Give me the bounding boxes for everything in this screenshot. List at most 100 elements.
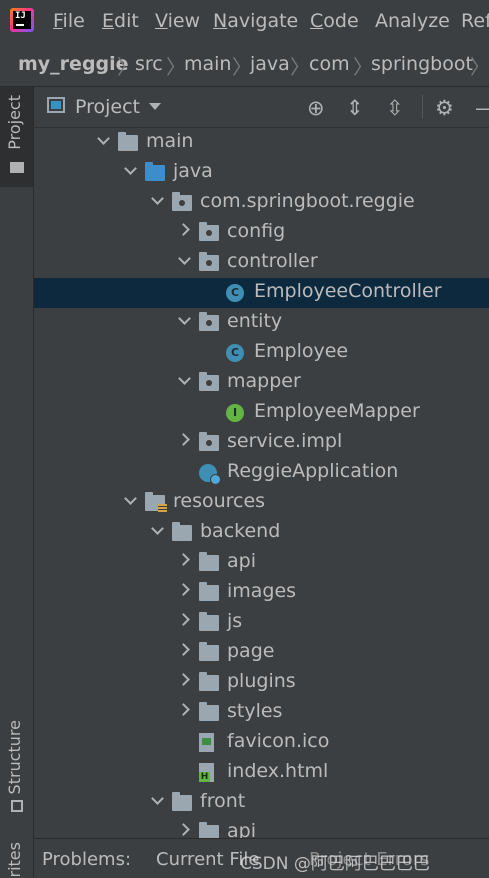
menu-code[interactable]: Code xyxy=(310,10,359,32)
collapse-all-icon[interactable]: ⇳ xyxy=(386,96,404,120)
view-dropdown-icon[interactable] xyxy=(149,103,161,110)
project-tool-tab[interactable]: Project xyxy=(0,87,33,187)
breadcrumb-main[interactable]: main xyxy=(184,53,231,75)
chevron-right-icon[interactable] xyxy=(178,703,192,717)
folder-icon xyxy=(199,552,219,571)
tree-item-label: favicon.ico xyxy=(227,730,330,752)
chevron-down-icon[interactable] xyxy=(151,523,165,537)
menu-view[interactable]: View xyxy=(155,10,200,32)
tree-row[interactable]: service.impl xyxy=(34,428,489,458)
tree-item-label: java xyxy=(173,160,213,182)
package-icon xyxy=(199,252,219,271)
menu-edit[interactable]: Edit xyxy=(102,10,139,32)
html-file-icon xyxy=(199,763,214,782)
tree-row[interactable]: ReggieApplication xyxy=(34,458,489,488)
tree-item-label: api xyxy=(227,820,256,838)
tree-item-label: api xyxy=(227,550,256,572)
tree-row[interactable]: favicon.ico xyxy=(34,728,489,758)
tree-item-label: front xyxy=(200,790,246,812)
tree-item-label: Employee xyxy=(254,340,349,362)
chevron-down-icon[interactable] xyxy=(97,133,111,147)
tree-row[interactable]: mapper xyxy=(34,368,489,398)
menu-file[interactable]: File xyxy=(53,10,85,32)
tree-item-label: EmployeeMapper xyxy=(254,400,420,422)
tree-row[interactable]: index.html xyxy=(34,758,489,788)
package-icon xyxy=(172,192,192,211)
tree-row[interactable]: C Employee xyxy=(34,338,489,368)
tree-row[interactable]: js xyxy=(34,608,489,638)
menu-refactor[interactable]: Ref xyxy=(461,10,489,32)
folder-icon xyxy=(199,702,219,721)
watermark: CSDN @阿巴阿巴巴巴巴 xyxy=(240,854,430,874)
tree-row[interactable]: com.springboot.reggie xyxy=(34,188,489,218)
chevron-down-icon[interactable] xyxy=(124,493,138,507)
chevron-down-icon[interactable] xyxy=(151,793,165,807)
tree-row[interactable]: main xyxy=(34,128,489,158)
breadcrumb-java[interactable]: java xyxy=(250,53,290,75)
tree-row[interactable]: api xyxy=(34,818,489,838)
class-icon: C xyxy=(226,344,244,362)
tree-item-label: index.html xyxy=(227,760,329,782)
gear-icon[interactable]: ⚙ xyxy=(435,96,454,120)
breadcrumb-separator-icon: 〉 xyxy=(470,55,489,79)
folder-icon xyxy=(172,792,192,811)
breadcrumb-src[interactable]: src xyxy=(135,53,163,75)
tree-item-label: ReggieApplication xyxy=(227,460,399,482)
folder-icon xyxy=(118,132,138,151)
tree-row[interactable]: java xyxy=(34,158,489,188)
tree-row[interactable]: styles xyxy=(34,698,489,728)
chevron-down-icon[interactable] xyxy=(178,373,192,387)
folder-icon xyxy=(172,522,192,541)
tree-row[interactable]: config xyxy=(34,218,489,248)
tree-row[interactable]: controller xyxy=(34,248,489,278)
panel-title[interactable]: Project xyxy=(75,96,140,118)
chevron-right-icon[interactable] xyxy=(178,433,192,447)
tree-row[interactable]: plugins xyxy=(34,668,489,698)
package-icon xyxy=(199,372,219,391)
package-icon xyxy=(199,222,219,241)
chevron-down-icon[interactable] xyxy=(178,313,192,327)
image-file-icon xyxy=(199,733,214,752)
breadcrumb-separator-icon: 〉 xyxy=(290,55,310,79)
structure-tool-tab[interactable]: Structure xyxy=(0,712,33,822)
intellij-logo-icon: IJ xyxy=(10,8,34,32)
hide-panel-icon[interactable]: — xyxy=(475,96,489,120)
tree-row[interactable]: front xyxy=(34,788,489,818)
tree-item-label: config xyxy=(227,220,286,242)
chevron-right-icon[interactable] xyxy=(178,613,192,627)
tool-window-strip: Project Structure rites xyxy=(0,87,34,877)
chevron-right-icon[interactable] xyxy=(178,823,192,837)
breadcrumb-com[interactable]: com xyxy=(309,53,350,75)
tree-item-label: page xyxy=(227,640,275,662)
tree-row[interactable]: backend xyxy=(34,518,489,548)
tree-row[interactable]: C EmployeeController xyxy=(34,278,489,308)
breadcrumb-project[interactable]: my_reggie xyxy=(18,53,129,75)
menu-analyze[interactable]: Analyze xyxy=(375,10,450,32)
chevron-right-icon[interactable] xyxy=(178,673,192,687)
spring-boot-app-icon xyxy=(199,464,221,485)
chevron-right-icon[interactable] xyxy=(178,583,192,597)
chevron-right-icon[interactable] xyxy=(178,553,192,567)
chevron-down-icon[interactable] xyxy=(151,193,165,207)
menu-navigate[interactable]: Navigate xyxy=(213,10,298,32)
tree-row[interactable]: page xyxy=(34,638,489,668)
chevron-right-icon[interactable] xyxy=(178,643,192,657)
package-icon xyxy=(199,312,219,331)
chevron-down-icon[interactable] xyxy=(124,163,138,177)
chevron-down-icon[interactable] xyxy=(178,253,192,267)
tree-row[interactable]: I EmployeeMapper xyxy=(34,398,489,428)
tree-item-label: controller xyxy=(227,250,318,272)
tree-item-label: styles xyxy=(227,700,283,722)
tree-row[interactable]: api xyxy=(34,548,489,578)
locate-file-icon[interactable]: ⊕ xyxy=(307,96,325,120)
tree-row[interactable]: entity xyxy=(34,308,489,338)
chevron-right-icon[interactable] xyxy=(178,223,192,237)
favorites-tool-tab[interactable]: rites xyxy=(0,832,33,877)
expand-all-icon[interactable]: ⇕ xyxy=(346,96,364,120)
breadcrumb-separator-icon: 〉 xyxy=(117,55,137,79)
tree-row[interactable]: resources xyxy=(34,488,489,518)
tree-item-label: mapper xyxy=(227,370,301,392)
tree-item-label: service.impl xyxy=(227,430,343,452)
tree-row[interactable]: images xyxy=(34,578,489,608)
breadcrumb-springboot[interactable]: springboot xyxy=(371,53,473,75)
